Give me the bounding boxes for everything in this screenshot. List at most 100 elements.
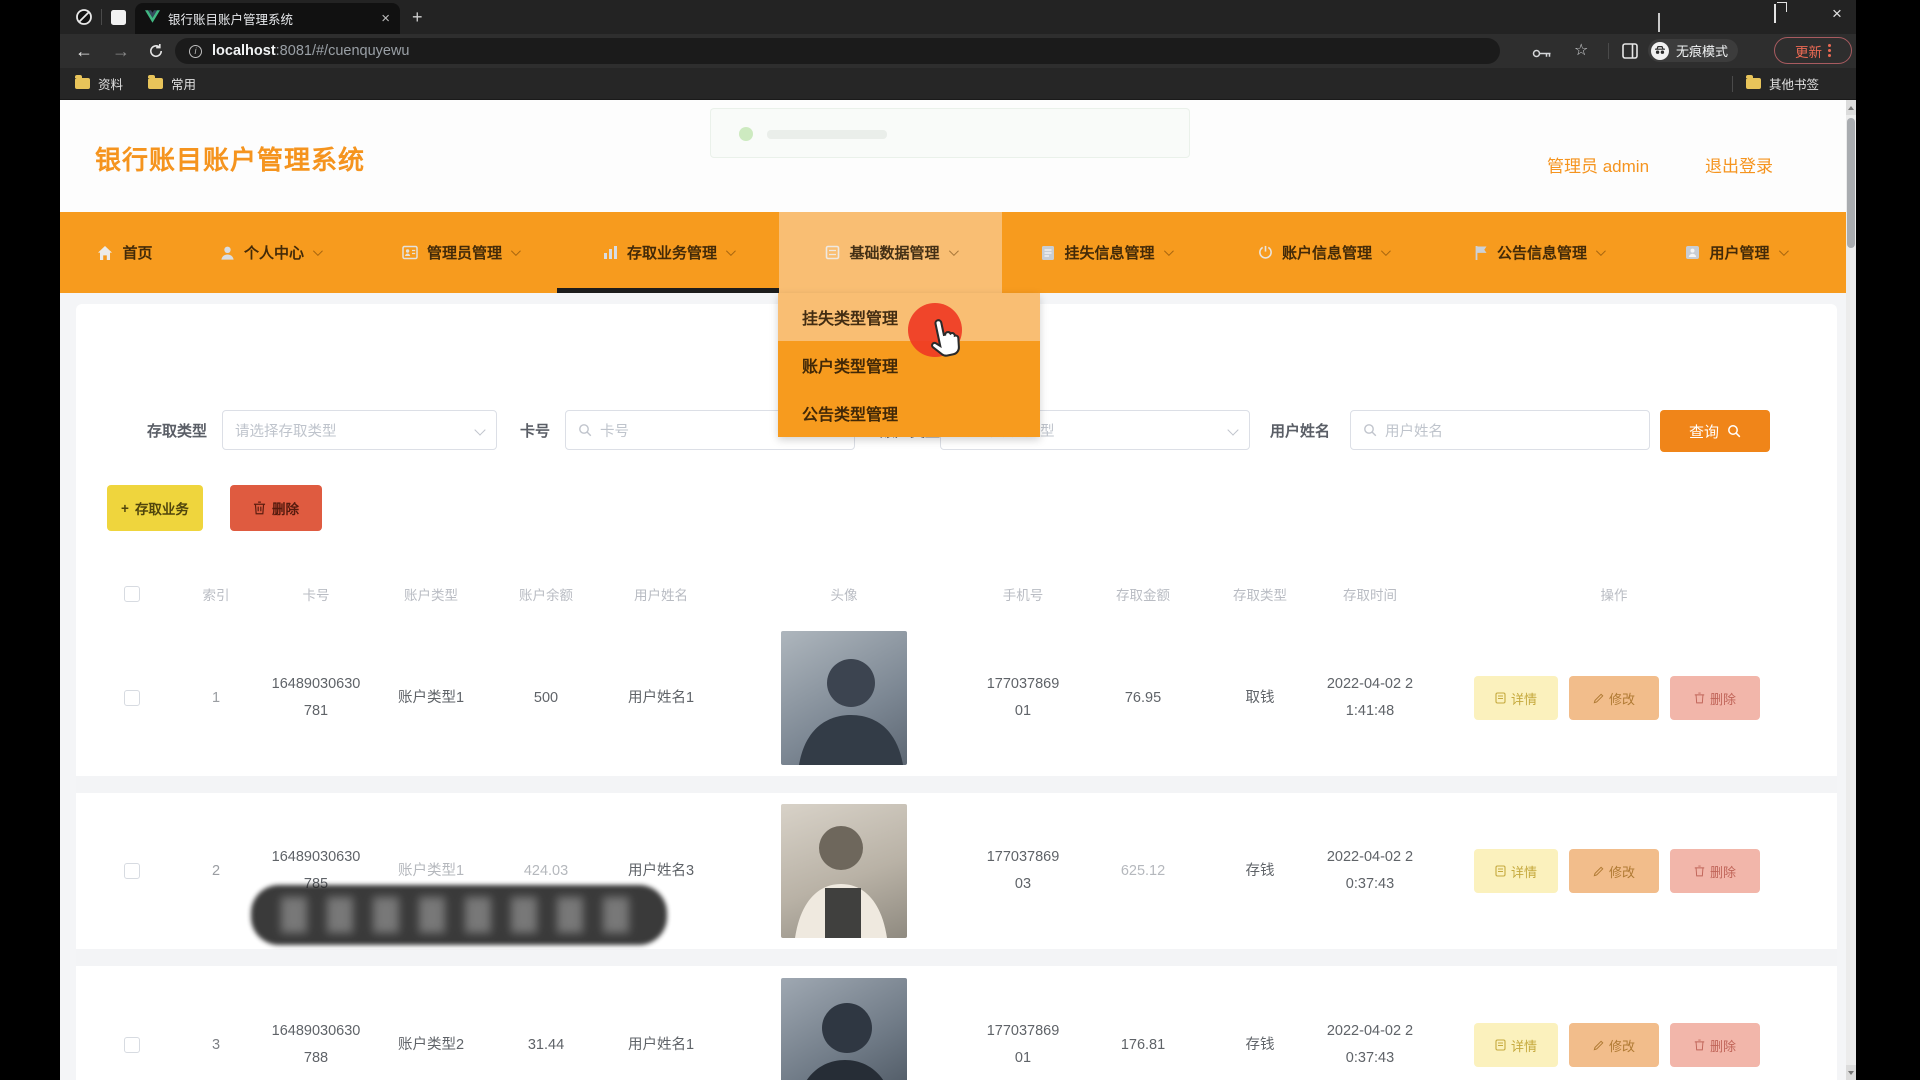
row-checkbox[interactable] [124,1037,140,1053]
browser-update-button[interactable]: 更新 [1774,37,1852,64]
cell-index: 3 [196,967,236,1080]
desktop: 银行账目账户管理系统 × + × ← → i localhost:8081/#/… [0,0,1920,1080]
detail-button[interactable]: 详情 [1474,1023,1558,1067]
address-bar[interactable]: i localhost:8081/#/cuenquyewu [175,38,1500,64]
window-close-button[interactable]: × [1832,4,1842,24]
tab-separator [101,9,102,25]
active-nav-indicator [557,288,779,293]
nav-item-base-data[interactable]: 基础数据管理 [779,212,1002,293]
nav-item-notice-info[interactable]: 公告信息管理 [1444,212,1634,293]
bookmark-folder-ziliao[interactable]: 资料 [75,68,123,99]
new-tab-button[interactable]: + [412,7,423,28]
deposit-type-select[interactable]: 请选择存取类型 [222,410,497,450]
power-icon [1258,245,1273,260]
scroll-up-button[interactable] [1846,100,1856,115]
nav-item-personal-center[interactable]: 个人中心 [195,212,345,293]
back-button[interactable]: ← [75,34,93,68]
col-name: 用户姓名 [634,576,688,612]
cell-card: 16489030630788 [271,967,361,1080]
edit-label: 修改 [1609,689,1635,708]
menu-item-notice-type[interactable]: 公告类型管理 [778,389,1040,437]
admin-icon [402,245,418,260]
nav-item-deposit-business[interactable]: 存取业务管理 [557,212,779,293]
row-delete-button[interactable]: 删除 [1670,849,1760,893]
cell-op-type: 取钱 [1230,620,1290,776]
other-bookmarks[interactable]: 其他书签 [1746,68,1819,99]
side-panel-icon[interactable] [1622,43,1638,64]
incognito-icon [1651,42,1669,60]
row-checkbox[interactable] [124,863,140,879]
user-name-input[interactable]: 用户姓名 [1350,410,1650,450]
faded-toast [710,108,1190,158]
cell-time: 2022-04-02 20:37:43 [1324,967,1416,1080]
nav-item-home[interactable]: 首页 [80,212,170,293]
scrollbar-thumb[interactable] [1847,118,1855,248]
tab-search-chevron-icon[interactable] [1658,13,1660,30]
col-index: 索引 [203,576,230,612]
cell-balance: 31.44 [506,967,586,1080]
chevron-down-icon [1596,246,1606,256]
search-button[interactable]: 查询 [1660,410,1770,452]
row-checkbox[interactable] [124,690,140,706]
cell-time: 2022-04-02 21:41:48 [1324,620,1416,776]
pencil-icon [1593,866,1604,877]
scroll-down-button[interactable] [1846,1065,1856,1080]
page-scrollbar[interactable] [1846,100,1856,1080]
col-account-type: 账户类型 [404,576,458,612]
incognito-indicator[interactable]: 无痕模式 [1648,39,1738,62]
detail-button[interactable]: 详情 [1474,849,1558,893]
browser-logo-icon[interactable] [75,8,93,26]
col-actions: 操作 [1601,576,1628,612]
menu-item-account-type[interactable]: 账户类型管理 [778,341,1040,389]
cell-phone: 17703786903 [984,793,1062,949]
search-icon [578,423,592,437]
trash-icon [1694,1039,1705,1051]
filter-type-label: 存取类型 [147,408,207,452]
row-delete-button[interactable]: 删除 [1670,1023,1760,1067]
forward-button[interactable]: → [112,34,130,68]
nav-item-loss-report[interactable]: 挂失信息管理 [1010,212,1202,293]
chevron-down-icon [1381,246,1391,256]
row-gap [76,949,1837,966]
update-label: 更新 [1795,41,1822,61]
active-tab[interactable]: 银行账目账户管理系统 × [135,3,400,34]
database-icon [825,245,840,260]
nav-label: 个人中心 [244,242,304,263]
detail-button[interactable]: 详情 [1474,676,1558,720]
chevron-down-icon [313,246,323,256]
key-icon[interactable] [1532,46,1552,64]
chevron-down-icon [474,424,485,435]
col-time: 存取时间 [1343,576,1397,612]
edit-button[interactable]: 修改 [1569,849,1659,893]
table-header: 索引 卡号 账户类型 账户余额 用户姓名 头像 手机号 存取金额 存取类型 存取… [76,576,1837,612]
pinned-tab-icon[interactable] [110,9,128,27]
person-silhouette [781,631,907,765]
nav-item-account-info[interactable]: 账户信息管理 [1228,212,1418,293]
site-info-icon[interactable]: i [189,45,202,58]
bookmark-star-icon[interactable]: ☆ [1574,40,1588,60]
reload-button[interactable] [148,43,164,64]
restore-button[interactable] [1774,5,1776,22]
delete-selected-button[interactable]: 删除 [230,485,322,531]
blurred-text-smudge [281,897,647,933]
app-header: 银行账目账户管理系统 管理员 admin 退出登录 [60,100,1856,212]
edit-button[interactable]: 修改 [1569,676,1659,720]
detail-label: 详情 [1511,1036,1537,1055]
row-delete-button[interactable]: 删除 [1670,676,1760,720]
tab-title: 银行账目账户管理系统 [168,9,373,28]
nav-label: 挂失信息管理 [1064,242,1154,263]
edit-button[interactable]: 修改 [1569,1023,1659,1067]
nav-item-admin-management[interactable]: 管理员管理 [370,212,550,293]
nav-item-user-management[interactable]: 用户管理 [1658,212,1813,293]
tab-close-icon[interactable]: × [381,11,390,26]
bookmark-folder-changyong[interactable]: 常用 [148,68,196,99]
folder-icon [75,78,90,89]
add-record-button[interactable]: + 存取业务 [107,485,203,531]
detail-label: 详情 [1511,689,1537,708]
logout-link[interactable]: 退出登录 [1705,152,1773,177]
person-silhouette [781,804,907,938]
select-all-checkbox[interactable] [124,586,140,602]
censored-watermark-bar [251,885,667,945]
cell-amount: 176.81 [1103,967,1183,1080]
toast-text-smudge [767,130,887,139]
